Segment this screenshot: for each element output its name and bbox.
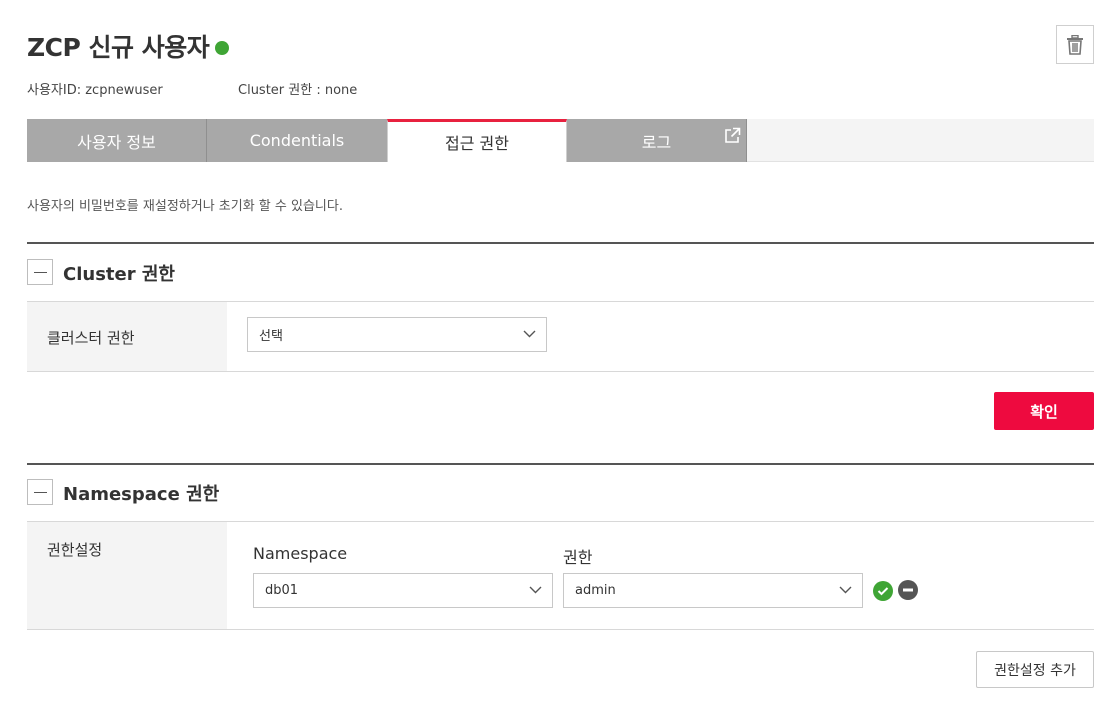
confirm-button[interactable]: 확인 xyxy=(994,392,1094,430)
role-field-label: 권한 xyxy=(563,548,593,567)
tab-user-info[interactable]: 사용자 정보 xyxy=(27,119,207,162)
cluster-role-label: 클러스터 권한 xyxy=(27,302,227,371)
tab-credentials[interactable]: Condentials xyxy=(207,119,388,162)
cluster-role-select[interactable]: 선택 xyxy=(247,317,547,352)
collapse-cluster-button[interactable] xyxy=(27,259,53,285)
apply-check-icon[interactable] xyxy=(873,581,893,601)
status-dot-icon xyxy=(215,40,230,55)
role-select[interactable]: admin xyxy=(563,573,863,608)
user-id-text: 사용자ID: zcpnewuser xyxy=(27,83,163,98)
chevron-down-icon xyxy=(529,586,542,594)
cluster-role-row: 클러스터 권한 xyxy=(27,301,1094,372)
tab-logs[interactable]: 로그 xyxy=(567,119,747,162)
tab-bar: 사용자 정보 Condentials 접근 권한 로그 xyxy=(27,119,1094,162)
confirm-button-label: 확인 xyxy=(1030,402,1058,421)
tab-label: 로그 xyxy=(641,132,672,152)
namespace-section-title: Namespace 권한 xyxy=(63,484,220,505)
chevron-down-icon xyxy=(523,330,536,338)
section-divider xyxy=(27,463,1094,465)
namespace-role-label: 권한설정 xyxy=(27,522,227,629)
namespace-role-row: 권한설정 xyxy=(27,521,1094,630)
check-icon xyxy=(877,587,889,596)
page-title: ZCP 신규 사용자 xyxy=(27,28,230,64)
tab-label: 사용자 정보 xyxy=(77,132,156,152)
tab-access-rights[interactable]: 접근 권한 xyxy=(387,119,567,162)
external-link-icon xyxy=(725,127,741,143)
chevron-down-icon xyxy=(839,586,852,594)
tab-label: 접근 권한 xyxy=(445,134,509,153)
cluster-role-text: Cluster 권한 : none xyxy=(238,83,358,98)
collapse-namespace-button[interactable] xyxy=(27,479,53,505)
page-title-text: ZCP 신규 사용자 xyxy=(27,33,210,62)
cluster-section-title: Cluster 권한 xyxy=(63,264,175,285)
page-description: 사용자의 비밀번호를 재설정하거나 초기화 할 수 있습니다. xyxy=(27,199,343,214)
add-role-setting-label: 권한설정 추가 xyxy=(994,662,1076,679)
namespace-field-label: Namespace xyxy=(253,544,348,563)
namespace-select[interactable]: db01 xyxy=(253,573,553,608)
trash-icon xyxy=(1067,34,1083,55)
tab-label: Condentials xyxy=(249,131,345,150)
add-role-setting-button[interactable]: 권한설정 추가 xyxy=(976,651,1094,688)
namespace-select-value: db01 xyxy=(265,583,299,598)
role-select-value: admin xyxy=(575,583,616,598)
delete-button[interactable] xyxy=(1056,25,1094,64)
minus-icon xyxy=(903,588,913,592)
cluster-role-select-value: 선택 xyxy=(259,329,283,344)
remove-minus-icon[interactable] xyxy=(898,580,918,600)
section-divider xyxy=(27,242,1094,244)
